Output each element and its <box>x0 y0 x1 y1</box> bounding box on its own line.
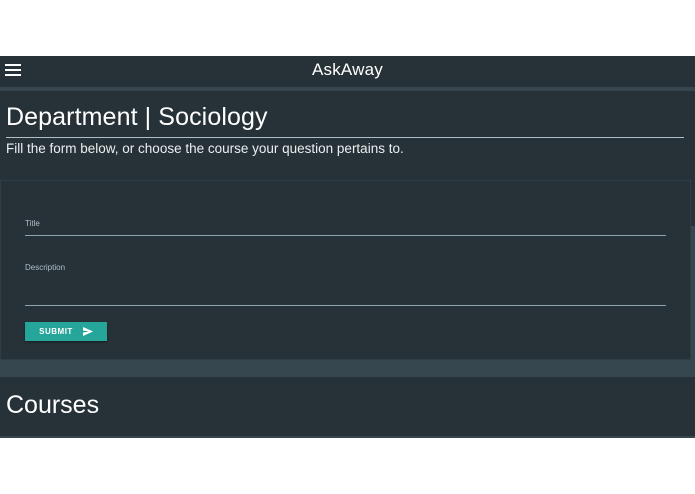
title-field-label: Title <box>25 219 40 228</box>
app-title: AskAway <box>311 60 383 79</box>
app-bar: AskAway <box>0 56 695 87</box>
courses-title: Courses <box>6 391 100 419</box>
app-container: AskAway Department | Sociology Fill the … <box>0 56 695 438</box>
title-field[interactable] <box>25 235 666 236</box>
description-field-label: Description <box>25 263 66 272</box>
submit-button[interactable]: SUBMIT <box>25 322 107 341</box>
question-form: Title Description SUBMIT <box>0 180 691 360</box>
page-title: Department | Sociology <box>6 103 268 131</box>
page-subtitle: Fill the form below, or choose the cours… <box>6 141 404 156</box>
description-field[interactable] <box>25 305 666 306</box>
send-icon <box>82 327 93 336</box>
submit-button-label: SUBMIT <box>39 327 73 336</box>
courses-section: Courses <box>0 377 695 436</box>
title-divider <box>6 137 684 138</box>
